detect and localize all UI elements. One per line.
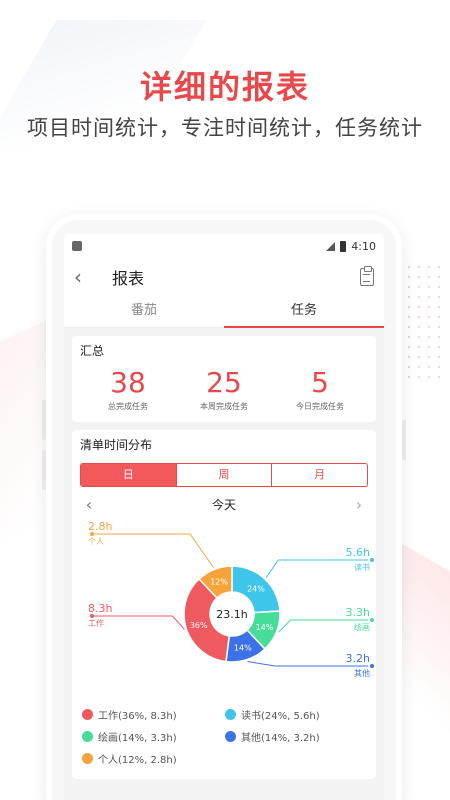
slice-name-label: 个人 [88, 537, 104, 546]
period-week[interactable]: 周 [175, 464, 272, 486]
chevron-left-icon[interactable]: ‹ [80, 495, 98, 514]
slice-hours-label: 5.6h [346, 546, 370, 559]
slice-percent-label: 14% [234, 643, 252, 652]
app-bar: ‹ 报表 [64, 258, 384, 296]
back-arrow-icon[interactable]: ‹ [74, 265, 104, 289]
donut-center-label: 23.1h [216, 608, 247, 621]
summary-total-value: 38 [110, 366, 146, 399]
notification-icon [72, 241, 82, 251]
tab-tasks[interactable]: 任务 [224, 296, 384, 328]
slice-name-label: 绘画 [354, 622, 370, 632]
summary-total-label: 总完成任务 [108, 402, 148, 411]
phone-side-button [42, 400, 46, 440]
summary-card: 汇总 38 总完成任务 25 本周完成任务 5 今日完成任务 [72, 336, 376, 422]
donut-chart-svg: 24% 5.6h 读书 14% 3.3h 绘画 14% 3.2h 其他 36% 8.3h 工作 12% 2… [88, 520, 374, 678]
distribution-title: 清单时间分布 [80, 438, 153, 452]
legend-label: 工作(36%, 8.3h) [98, 710, 177, 722]
promo-headline: 详细的报表 [139, 68, 310, 106]
slice-percent-label: 12% [210, 577, 228, 586]
summary-title: 汇总 [80, 344, 105, 358]
report-tabs: 番茄 任务 [64, 296, 384, 328]
distribution-card: 清单时间分布 日 周 月 ‹ 今天 › 24% 5.6h 读书 14% 3.3h 绘画 14… [72, 430, 376, 779]
phone-side-button [402, 420, 406, 460]
legend-label: 读书(24%, 5.6h) [241, 710, 320, 722]
page-title: 报表 [112, 269, 145, 288]
status-bar: 4:10 [64, 234, 384, 258]
slice-percent-label: 36% [190, 621, 208, 630]
battery-icon [340, 240, 347, 252]
legend-dot [225, 708, 236, 720]
tab-pomodoro[interactable]: 番茄 [64, 296, 224, 327]
legend-item-personal: 个人(12%, 2.8h) [82, 747, 225, 769]
slice-name-label: 其他 [354, 668, 370, 678]
summary-week-label: 本周完成任务 [200, 402, 248, 411]
donut-chart: 24% 5.6h 读书 14% 3.3h 绘画 14% 3.2h 其他 36% 8.3h 工作 12% 2… [80, 517, 374, 697]
leader-dot [370, 618, 374, 622]
summary-today: 5 今日完成任务 [272, 367, 368, 412]
app-screen: 4:10 ‹ 报表 番茄 任务 汇总 38 总完成任务 25 本周完成任务 5 … [64, 234, 384, 800]
leader-line [92, 533, 215, 568]
period-day[interactable]: 日 [81, 464, 176, 486]
slice-hours-label: 3.2h [346, 652, 370, 665]
legend-dot [225, 730, 236, 742]
legend-label: 绘画(14%, 3.3h) [98, 732, 177, 744]
leader-dot [370, 664, 374, 668]
legend-dot [82, 708, 93, 720]
phone-side-button [42, 450, 46, 490]
slice-percent-label: 24% [247, 584, 265, 593]
summary-today-value: 5 [311, 366, 329, 399]
legend-item-work: 工作(36%, 8.3h) [82, 703, 225, 725]
clipboard-icon[interactable] [360, 266, 374, 286]
period-month[interactable]: 月 [271, 464, 367, 486]
legend-item-reading: 读书(24%, 5.6h) [225, 703, 368, 725]
slice-hours-label: 2.8h [88, 520, 112, 533]
status-time: 4:10 [351, 239, 376, 253]
legend-item-painting: 绘画(14%, 3.3h) [82, 725, 225, 747]
chart-legend: 工作(36%, 8.3h) 读书(24%, 5.6h) 绘画(14%, 3.3h… [80, 697, 368, 773]
leader-dot [370, 558, 374, 562]
slice-hours-label: 8.3h [88, 602, 112, 615]
summary-week: 25 本周完成任务 [176, 367, 272, 412]
signal-icon [326, 241, 336, 251]
slice-percent-label: 14% [256, 623, 274, 632]
summary-today-label: 今日完成任务 [296, 402, 344, 411]
legend-item-other: 其他(14%, 3.2h) [225, 725, 368, 747]
summary-week-value: 25 [206, 366, 242, 399]
period-selector: 日 周 月 [80, 463, 368, 487]
slice-name-label: 工作 [88, 618, 104, 628]
legend-dot [82, 752, 93, 764]
leader-line [92, 615, 185, 630]
date-label: 今天 [211, 497, 236, 512]
legend-label: 个人(12%, 2.8h) [98, 754, 177, 766]
phone-frame: 4:10 ‹ 报表 番茄 任务 汇总 38 总完成任务 25 本周完成任务 5 … [42, 220, 406, 800]
chevron-right-icon[interactable]: › [350, 495, 368, 514]
summary-total: 38 总完成任务 [80, 367, 176, 412]
slice-name-label: 读书 [354, 562, 370, 572]
date-navigator: ‹ 今天 › [80, 491, 368, 517]
legend-label: 其他(14%, 3.2h) [241, 732, 320, 744]
legend-dot [82, 730, 93, 742]
slice-hours-label: 3.3h [346, 606, 370, 619]
leader-line [265, 559, 368, 578]
promo-subline: 项目时间统计，专注时间统计，任务统计 [27, 116, 423, 140]
